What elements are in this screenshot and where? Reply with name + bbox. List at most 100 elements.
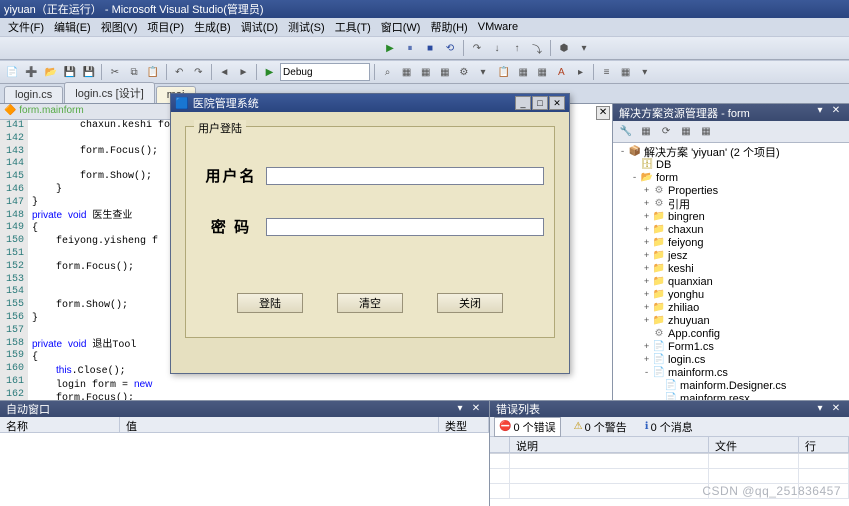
column-header[interactable]: 值: [120, 417, 439, 432]
menu-item[interactable]: 生成(B): [190, 19, 235, 35]
continue-icon[interactable]: ▶: [381, 39, 399, 57]
warnings-filter[interactable]: ⚠0 个警告: [569, 417, 632, 437]
undo-icon[interactable]: ↶: [171, 63, 188, 81]
close-icon[interactable]: ✕: [829, 105, 843, 117]
view-code-icon[interactable]: ▦: [677, 123, 695, 141]
menu-item[interactable]: 编辑(E): [50, 19, 95, 35]
close-icon[interactable]: ✕: [549, 96, 565, 110]
open-icon[interactable]: 📂: [42, 63, 59, 81]
login-button[interactable]: 登陆: [237, 293, 303, 313]
tool-icon[interactable]: ⚙: [455, 63, 472, 81]
menu-item[interactable]: 项目(P): [143, 19, 188, 35]
tree-node[interactable]: +📄login.cs: [613, 353, 849, 366]
sln-icon[interactable]: ▦: [515, 63, 532, 81]
tree-node[interactable]: +📁quanxian: [613, 275, 849, 288]
error-grid[interactable]: [490, 453, 849, 506]
step-into-icon[interactable]: ↓: [488, 39, 506, 57]
menu-item[interactable]: VMware: [474, 21, 522, 33]
messages-filter[interactable]: ℹ0 个消息: [640, 417, 698, 437]
sln-icon[interactable]: ▦: [617, 63, 634, 81]
tree-node[interactable]: +📁chaxun: [613, 223, 849, 236]
tree-node[interactable]: 📄mainform.Designer.cs: [613, 379, 849, 392]
document-tab[interactable]: login.cs: [4, 86, 63, 103]
sln-icon[interactable]: ▾: [636, 63, 653, 81]
close-icon[interactable]: ✕: [829, 403, 843, 415]
document-tab[interactable]: login.cs [设计]: [64, 82, 154, 103]
column-header[interactable]: 文件: [709, 437, 799, 452]
column-header[interactable]: 名称: [0, 417, 120, 432]
menu-item[interactable]: 文件(F): [4, 19, 48, 35]
code-editor[interactable]: 🔶 form.mainform 141 142 143 144 145 146 …: [0, 104, 176, 400]
errors-filter[interactable]: ⛔0 个错误: [494, 417, 561, 437]
tree-node[interactable]: +⚙Properties: [613, 184, 849, 197]
menu-item[interactable]: 视图(V): [97, 19, 142, 35]
sln-icon[interactable]: ≡: [598, 63, 615, 81]
config-dropdown[interactable]: Debug: [280, 63, 370, 81]
new-project-icon[interactable]: 📄: [4, 63, 21, 81]
nav-fwd-icon[interactable]: ►: [235, 63, 252, 81]
sln-icon[interactable]: A: [553, 63, 570, 81]
cut-icon[interactable]: ✂: [106, 63, 123, 81]
column-header[interactable]: [490, 437, 510, 452]
save-all-icon[interactable]: 💾: [80, 63, 97, 81]
menu-item[interactable]: 帮助(H): [426, 19, 471, 35]
sln-icon[interactable]: ▦: [534, 63, 551, 81]
tree-node[interactable]: +📄Form1.cs: [613, 340, 849, 353]
tree-node[interactable]: -📄mainform.cs: [613, 366, 849, 379]
dialog-titlebar[interactable]: 🟦 医院管理系统 _ □ ✕: [171, 94, 569, 112]
tree-node[interactable]: +⚙引用: [613, 197, 849, 210]
menu-item[interactable]: 调试(D): [237, 19, 282, 35]
paste-icon[interactable]: 📋: [145, 63, 162, 81]
dropdown-icon[interactable]: ▾: [575, 39, 593, 57]
tree-node[interactable]: +📁feiyong: [613, 236, 849, 249]
nav-back-icon[interactable]: ◄: [216, 63, 233, 81]
hex-icon[interactable]: ⬢: [555, 39, 573, 57]
clear-button[interactable]: 清空: [337, 293, 403, 313]
code-content[interactable]: chaxun.keshi for form.Focus(); form.Show…: [28, 120, 176, 400]
close-icon[interactable]: ✕: [596, 106, 610, 120]
close-button[interactable]: 关闭: [437, 293, 503, 313]
tree-node[interactable]: 🗄DB: [613, 158, 849, 171]
tool-icon[interactable]: ▾: [474, 63, 491, 81]
password-input[interactable]: [266, 218, 544, 236]
tree-node[interactable]: ⚙App.config: [613, 327, 849, 340]
close-icon[interactable]: ✕: [469, 403, 483, 415]
dropdown-icon[interactable]: ▾: [813, 403, 827, 415]
properties-icon[interactable]: 🔧: [617, 123, 635, 141]
menu-item[interactable]: 测试(S): [284, 19, 329, 35]
tree-node[interactable]: +📁zhiliao: [613, 301, 849, 314]
dropdown-icon[interactable]: ▾: [453, 403, 467, 415]
start-icon[interactable]: ▶: [261, 63, 278, 81]
find-icon[interactable]: ⌕: [379, 63, 396, 81]
refresh-icon[interactable]: ⟳: [657, 123, 675, 141]
solution-tree[interactable]: -📦解决方案 'yiyuan' (2 个项目)🗄DB-📂form+⚙Proper…: [613, 143, 849, 400]
save-icon[interactable]: 💾: [61, 63, 78, 81]
dropdown-icon[interactable]: ▾: [813, 105, 827, 117]
tree-node[interactable]: +📁keshi: [613, 262, 849, 275]
pause-icon[interactable]: ⏸: [401, 39, 419, 57]
menu-item[interactable]: 工具(T): [331, 19, 375, 35]
autos-grid[interactable]: [0, 433, 489, 506]
restart-icon[interactable]: ⟲: [441, 39, 459, 57]
tool-icon[interactable]: ▦: [398, 63, 415, 81]
minimize-icon[interactable]: _: [515, 96, 531, 110]
step-out-icon[interactable]: ↑: [508, 39, 526, 57]
username-input[interactable]: [266, 167, 544, 185]
copy-icon[interactable]: ⧉: [126, 63, 143, 81]
tree-node[interactable]: +📁yonghu: [613, 288, 849, 301]
step-icon[interactable]: ⤵: [528, 39, 546, 57]
redo-icon[interactable]: ↷: [190, 63, 207, 81]
add-item-icon[interactable]: ➕: [23, 63, 40, 81]
tree-node[interactable]: +📁zhuyuan: [613, 314, 849, 327]
tool-icon[interactable]: ▦: [436, 63, 453, 81]
column-header[interactable]: 类型: [439, 417, 489, 432]
sln-icon[interactable]: ▸: [572, 63, 589, 81]
tree-node[interactable]: +📁jesz: [613, 249, 849, 262]
view-icon[interactable]: ▦: [697, 123, 715, 141]
tree-node[interactable]: +📁bingren: [613, 210, 849, 223]
column-header[interactable]: 行: [799, 437, 849, 452]
stop-icon[interactable]: ■: [421, 39, 439, 57]
column-header[interactable]: 说明: [510, 437, 709, 452]
tree-node[interactable]: -📂form: [613, 171, 849, 184]
step-over-icon[interactable]: ↷: [468, 39, 486, 57]
